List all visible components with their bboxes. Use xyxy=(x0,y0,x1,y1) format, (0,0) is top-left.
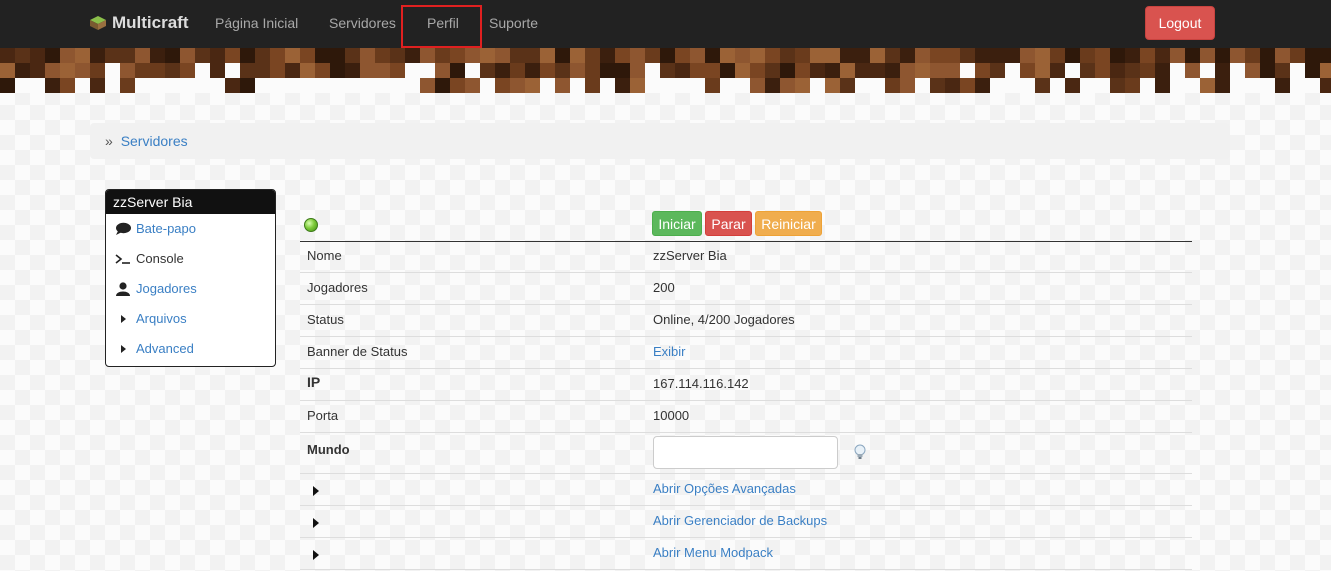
row-value: 200 xyxy=(653,280,675,295)
chat-bubble-icon xyxy=(116,222,131,235)
row-label: Banner de Status xyxy=(307,344,408,359)
restart-button[interactable]: Reiniciar xyxy=(755,211,822,236)
sidebar-item-label[interactable]: Advanced xyxy=(136,341,194,356)
row-label: Mundo xyxy=(307,442,350,457)
sidebar-item-players[interactable]: Jogadores xyxy=(106,274,275,304)
expand-caret-icon[interactable] xyxy=(313,518,319,528)
multicraft-logo-icon xyxy=(90,16,106,30)
table-row-banner: Banner de Status Exibir xyxy=(300,337,1192,369)
row-value: 10000 xyxy=(653,408,690,423)
table-row-name: Nome zzServer Bia xyxy=(300,241,1192,273)
world-input[interactable] xyxy=(653,436,838,469)
pixel-banner xyxy=(0,48,1331,93)
row-label: Nome xyxy=(307,248,342,263)
breadcrumb-servers-link[interactable]: Servidores xyxy=(121,133,188,149)
server-sidebar: zzServer Bia Bate-papo Console Jogadores… xyxy=(105,189,276,367)
sidebar-item-label: Console xyxy=(136,251,184,266)
sidebar-item-label[interactable]: Jogadores xyxy=(136,281,197,296)
nav-home[interactable]: Página Inicial xyxy=(215,15,298,31)
table-row-ip: IP 167.114.116.142 xyxy=(300,369,1192,401)
table-row-modpack: Abrir Menu Modpack xyxy=(300,538,1192,570)
server-controls: Iniciar Parar Reiniciar xyxy=(300,208,1192,242)
brand-name: Multicraft xyxy=(112,13,189,32)
sidebar-title: zzServer Bia xyxy=(106,190,275,214)
row-label: Status xyxy=(307,312,344,327)
table-row-advanced: Abrir Opções Avançadas xyxy=(300,474,1192,506)
online-status-icon xyxy=(304,218,318,232)
table-row-status: Status Online, 4/200 Jogadores xyxy=(300,305,1192,337)
open-modpack-menu-link[interactable]: Abrir Menu Modpack xyxy=(653,545,773,560)
brand-logo[interactable]: Multicraft xyxy=(88,13,189,33)
nav-servers[interactable]: Servidores xyxy=(329,15,396,31)
banner-pattern xyxy=(0,48,1331,93)
breadcrumb-separator: » xyxy=(105,133,113,149)
table-row-backups: Abrir Gerenciador de Backups xyxy=(300,506,1192,538)
sidebar-item-files[interactable]: Arquivos xyxy=(106,304,275,334)
sidebar-item-advanced[interactable]: Advanced xyxy=(106,334,275,364)
table-row-port: Porta 10000 xyxy=(300,401,1192,433)
console-prompt-icon xyxy=(115,254,130,264)
logout-button[interactable]: Logout xyxy=(1145,6,1215,40)
lightbulb-icon[interactable] xyxy=(853,444,867,460)
open-advanced-options-link[interactable]: Abrir Opções Avançadas xyxy=(653,481,796,496)
highlight-box xyxy=(401,5,482,48)
expand-caret-icon[interactable] xyxy=(313,486,319,496)
row-label: Porta xyxy=(307,408,339,423)
breadcrumb: » Servidores xyxy=(90,123,1230,159)
table-row-players: Jogadores 200 xyxy=(300,273,1192,305)
expand-caret-icon[interactable] xyxy=(313,550,319,560)
table-row-world: Mundo xyxy=(300,433,1192,474)
top-navbar: Multicraft Página Inicial Servidores Per… xyxy=(0,0,1331,48)
row-value: Online, 4/200 Jogadores xyxy=(653,312,795,327)
stop-button[interactable]: Parar xyxy=(705,211,752,236)
sidebar-item-label[interactable]: Arquivos xyxy=(136,311,187,326)
user-icon xyxy=(116,282,130,296)
row-value: zzServer Bia xyxy=(653,248,727,263)
nav-support[interactable]: Suporte xyxy=(489,15,538,31)
sidebar-item-label[interactable]: Bate-papo xyxy=(136,221,196,236)
start-button[interactable]: Iniciar xyxy=(652,211,702,236)
row-value: 167.114.116.142 xyxy=(653,376,749,391)
caret-right-icon xyxy=(121,345,126,353)
caret-right-icon xyxy=(121,315,126,323)
row-label: IP xyxy=(307,374,321,390)
open-backup-manager-link[interactable]: Abrir Gerenciador de Backups xyxy=(653,513,827,528)
sidebar-item-chat[interactable]: Bate-papo xyxy=(106,214,275,244)
show-banner-link[interactable]: Exibir xyxy=(653,344,686,359)
sidebar-item-console[interactable]: Console xyxy=(106,244,275,274)
row-label: Jogadores xyxy=(307,280,368,295)
